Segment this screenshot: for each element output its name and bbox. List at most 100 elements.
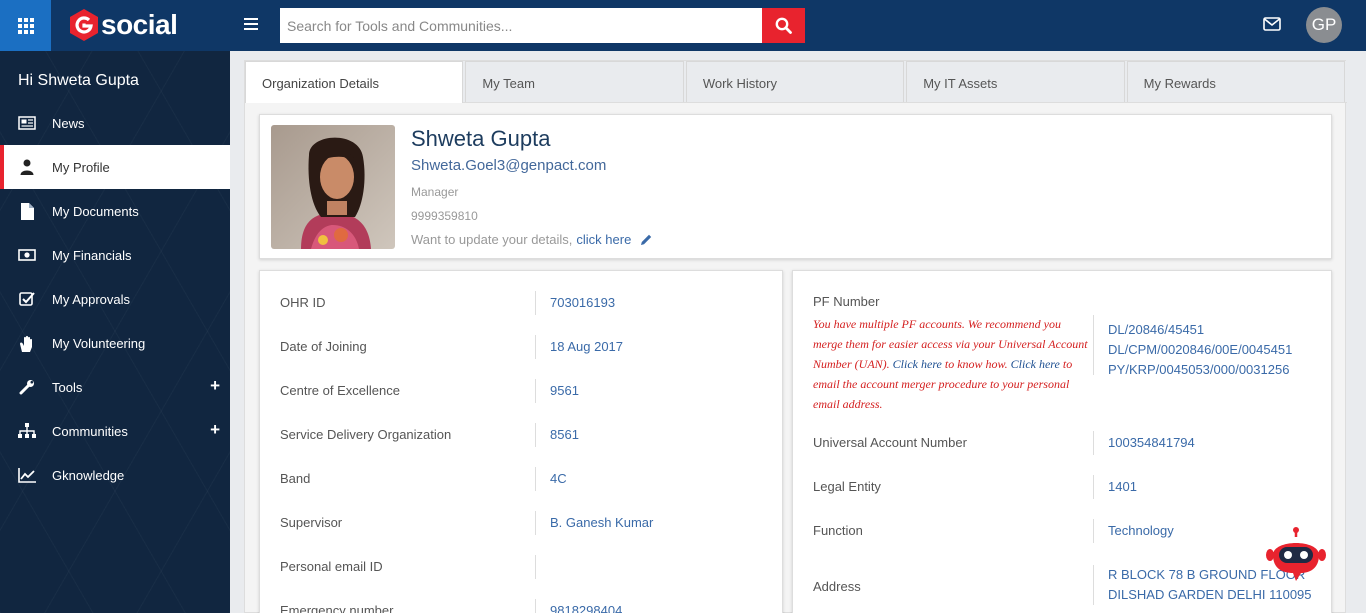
logo[interactable]: social <box>70 9 178 41</box>
detail-value[interactable]: B. Ganesh Kumar <box>550 515 653 530</box>
detail-label: Function <box>813 523 863 538</box>
sidebar-item-label: My Financials <box>52 247 132 263</box>
detail-row-date-of-joining: Date of Joining 18 Aug 2017 <box>260 325 782 369</box>
pencil-icon[interactable] <box>639 233 653 247</box>
detail-label: OHR ID <box>280 295 326 310</box>
divider <box>535 467 536 491</box>
detail-value: Technology <box>1108 523 1174 538</box>
detail-label: Emergency number <box>280 603 394 613</box>
tab-my-it-assets[interactable]: My IT Assets <box>906 61 1125 102</box>
detail-value: 9818298404 <box>550 603 623 613</box>
money-icon <box>18 246 36 264</box>
search-button[interactable] <box>762 8 805 43</box>
sidebar-item-label: Gknowledge <box>52 467 125 483</box>
chart-icon <box>18 466 36 484</box>
profile-email: Shweta.Goel3@genpact.com <box>411 157 607 174</box>
detail-row-ohr-id: OHR ID 703016193 <box>260 281 782 325</box>
sidebar-item-my-profile[interactable]: My Profile <box>0 145 230 189</box>
detail-row-emergency-number: Emergency number 9818298404 <box>260 589 782 613</box>
divider <box>535 511 536 535</box>
expand-plus-icon[interactable]: + <box>210 420 220 440</box>
sidebar-item-label: Communities <box>52 423 128 439</box>
profile-summary-card: Shweta Gupta Shweta.Goel3@genpact.com Ma… <box>259 114 1332 259</box>
divider <box>535 335 536 359</box>
detail-value: 8561 <box>550 427 579 442</box>
detail-row-universal-account-number: Universal Account Number 100354841794 <box>793 421 1331 465</box>
detail-row-legal-entity: Legal Entity 1401 <box>793 465 1331 509</box>
document-icon <box>18 202 36 220</box>
sidebar-item-my-documents[interactable]: My Documents <box>0 189 230 233</box>
detail-row-supervisor: Supervisor B. Ganesh Kumar <box>260 501 782 545</box>
sidebar-item-tools[interactable]: Tools + <box>0 365 230 409</box>
checkbox-icon <box>18 290 36 308</box>
pf-number-label: PF Number <box>813 294 880 309</box>
apps-grid-button[interactable] <box>0 0 51 51</box>
pf-merge-notice: You have multiple PF accounts. We recomm… <box>813 314 1093 414</box>
pf-email-procedure-link[interactable]: Click here <box>1011 357 1060 371</box>
sidebar-item-label: News <box>52 115 85 131</box>
profile-role: Manager <box>411 185 459 199</box>
pf-note-text: to know how. <box>944 357 1008 371</box>
detail-value: 9561 <box>550 383 579 398</box>
detail-label: Supervisor <box>280 515 343 530</box>
tab-work-history[interactable]: Work History <box>685 61 905 102</box>
grid-icon <box>17 17 34 34</box>
divider <box>1093 475 1094 499</box>
pf-number-values: DL/20846/45451 DL/CPM/0020846/00E/004545… <box>1108 320 1292 380</box>
user-icon <box>18 158 36 176</box>
pf-how-to-link[interactable]: Click here <box>893 357 942 371</box>
detail-value: 100354841794 <box>1108 435 1195 450</box>
sidebar-item-my-approvals[interactable]: My Approvals <box>0 277 230 321</box>
detail-row-band: Band 4C <box>260 457 782 501</box>
sidebar-item-my-financials[interactable]: My Financials <box>0 233 230 277</box>
tab-organization-details[interactable]: Organization Details <box>245 61 464 103</box>
sidebar-item-communities[interactable]: Communities + <box>0 409 230 453</box>
search-input[interactable] <box>280 8 762 43</box>
sidebar-item-label: Tools <box>52 379 83 395</box>
logo-text: social <box>101 9 178 40</box>
detail-value: 18 Aug 2017 <box>550 339 624 354</box>
profile-panel: Organization Details My Team Work Histor… <box>244 60 1347 613</box>
profile-name: Shweta Gupta <box>411 126 551 151</box>
detail-label: Legal Entity <box>813 479 881 494</box>
detail-row-function: Function Technology <box>793 509 1331 553</box>
update-details-link[interactable]: click here <box>576 232 631 247</box>
sidebar-item-label: My Approvals <box>52 291 131 307</box>
chatbot-robot-icon[interactable] <box>1265 527 1327 589</box>
sidebar-item-label: My Volunteering <box>52 335 146 351</box>
detail-row-service-delivery-organization: Service Delivery Organization 8561 <box>260 413 782 457</box>
sidebar-item-label: My Documents <box>52 203 139 219</box>
profile-photo <box>271 125 395 249</box>
profile-tabs: Organization Details My Team Work Histor… <box>245 61 1347 103</box>
detail-label: Service Delivery Organization <box>280 427 452 442</box>
detail-row-personal-email: Personal email ID <box>260 545 782 589</box>
divider <box>1093 565 1094 605</box>
wrench-icon <box>18 378 36 396</box>
top-bar: social GP <box>0 0 1366 51</box>
sidebar-item-news[interactable]: News <box>0 101 230 145</box>
detail-value: 1401 <box>1108 479 1137 494</box>
mail-icon[interactable] <box>1263 17 1281 31</box>
update-details-prompt: Want to update your details, click here <box>411 232 653 247</box>
search-icon <box>775 17 792 34</box>
detail-label: Personal email ID <box>280 559 383 574</box>
divider <box>1093 431 1094 455</box>
detail-value: 703016193 <box>550 295 616 310</box>
newspaper-icon <box>18 114 36 132</box>
divider <box>535 555 536 579</box>
menu-toggle-icon[interactable] <box>244 18 258 30</box>
tab-my-team[interactable]: My Team <box>465 61 684 102</box>
divider <box>535 379 536 403</box>
sidebar-item-gknowledge[interactable]: Gknowledge <box>0 453 230 497</box>
update-details-text: Want to update your details, <box>411 232 573 247</box>
user-avatar[interactable]: GP <box>1306 7 1342 43</box>
expand-plus-icon[interactable]: + <box>210 376 220 396</box>
organization-details-card: OHR ID 703016193 Date of Joining 18 Aug … <box>259 270 783 613</box>
profile-phone: 9999359810 <box>411 209 478 223</box>
sitemap-icon <box>18 422 36 440</box>
address-label: Address <box>813 579 861 594</box>
tab-my-rewards[interactable]: My Rewards <box>1126 61 1346 102</box>
divider <box>535 423 536 447</box>
detail-label: Date of Joining <box>280 339 367 354</box>
sidebar-item-my-volunteering[interactable]: My Volunteering <box>0 321 230 365</box>
